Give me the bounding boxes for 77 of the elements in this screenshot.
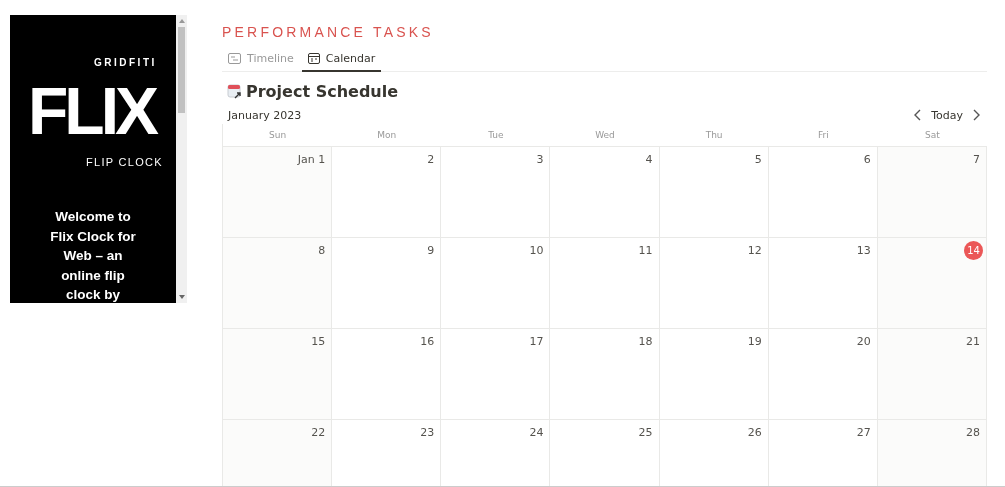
day-number: 17	[529, 334, 544, 350]
day-number: 19	[747, 334, 762, 350]
month-label: January 2023	[228, 108, 302, 122]
day-cell[interactable]: 8	[223, 237, 333, 328]
day-number: 18	[638, 334, 653, 350]
day-number: 3	[536, 152, 544, 168]
today-button[interactable]: Today	[929, 108, 965, 122]
day-cell[interactable]: 25	[550, 419, 660, 486]
welcome-text: Welcome to Flix Clock for Web – an online flip clock by	[49, 208, 137, 303]
day-cell[interactable]: 19	[659, 328, 769, 419]
day-number: 15	[311, 334, 326, 350]
day-cell[interactable]: 22	[223, 419, 333, 486]
day-cell[interactable]: 28	[877, 419, 987, 486]
day-cell[interactable]: 27	[768, 419, 878, 486]
scroll-down-icon[interactable]	[179, 295, 185, 299]
day-cell[interactable]: 13	[768, 237, 878, 328]
day-cell[interactable]: 4	[550, 146, 660, 237]
day-number: 12	[747, 243, 762, 259]
day-number: 2	[427, 152, 435, 168]
day-number: 24	[529, 425, 544, 441]
calendar-link-icon	[227, 83, 243, 100]
day-number: 5	[754, 152, 762, 168]
day-cell[interactable]: Jan 1	[223, 146, 333, 237]
day-cell[interactable]: 18	[550, 328, 660, 419]
scroll-thumb[interactable]	[178, 27, 185, 113]
timeline-icon	[228, 53, 241, 64]
day-cell[interactable]: 24	[441, 419, 551, 486]
weekday-label: Wed	[594, 130, 616, 140]
calendar-title: Project Schedule	[246, 82, 399, 101]
logo-text: FLIX	[28, 73, 155, 150]
day-number: 10	[529, 243, 544, 259]
day-cell[interactable]: 10	[441, 237, 551, 328]
day-number: 14	[964, 241, 983, 260]
day-number: 13	[856, 243, 871, 259]
weekday-label: Thu	[704, 130, 724, 140]
day-number: 8	[318, 243, 326, 259]
scrollbar[interactable]	[176, 15, 187, 303]
day-cell[interactable]: 2	[332, 146, 442, 237]
day-number: 25	[638, 425, 653, 441]
weekday-label: Fri	[816, 130, 830, 140]
weekday-label: Sun	[268, 130, 288, 140]
day-cell[interactable]: 17	[441, 328, 551, 419]
day-cell[interactable]: 5	[659, 146, 769, 237]
day-cell[interactable]: 26	[659, 419, 769, 486]
view-tab[interactable]: Calendar	[301, 49, 382, 72]
day-number: 20	[856, 334, 871, 350]
weekday-label: Tue	[487, 130, 505, 140]
day-number: 7	[973, 152, 980, 168]
weekday-label: Mon	[376, 130, 398, 140]
day-cell[interactable]: 15	[223, 328, 333, 419]
day-cell[interactable]: 9	[332, 237, 442, 328]
day-cell[interactable]: 11	[550, 237, 660, 328]
day-cell[interactable]: 20	[768, 328, 878, 419]
day-number: 4	[645, 152, 653, 168]
day-number: 22	[311, 425, 326, 441]
day-number: 27	[856, 425, 871, 441]
day-number: 6	[863, 152, 871, 168]
day-cell[interactable]: 3	[441, 146, 551, 237]
day-number: 23	[420, 425, 435, 441]
subtitle-text: FLIP CLOCK	[86, 156, 163, 168]
day-number: 11	[638, 243, 653, 259]
day-number: 16	[420, 334, 435, 350]
weekday-label: Sat	[924, 130, 941, 140]
calendar-icon	[307, 53, 320, 64]
day-cell[interactable]: 12	[659, 237, 769, 328]
day-number: 9	[427, 243, 435, 259]
day-number: Jan 1	[297, 152, 326, 168]
day-cell[interactable]: 21	[877, 328, 987, 419]
day-cell[interactable]: 23	[332, 419, 442, 486]
day-number: 28	[966, 425, 980, 441]
day-cell[interactable]: 6	[768, 146, 878, 237]
day-number: 26	[747, 425, 762, 441]
day-cell[interactable]: 16	[332, 328, 442, 419]
page-title: PERFORMANCE TASKS	[222, 24, 435, 40]
day-number: 21	[966, 334, 980, 350]
day-cell[interactable]: 7	[877, 146, 987, 237]
brand-text: GRIDFITI	[94, 57, 157, 68]
